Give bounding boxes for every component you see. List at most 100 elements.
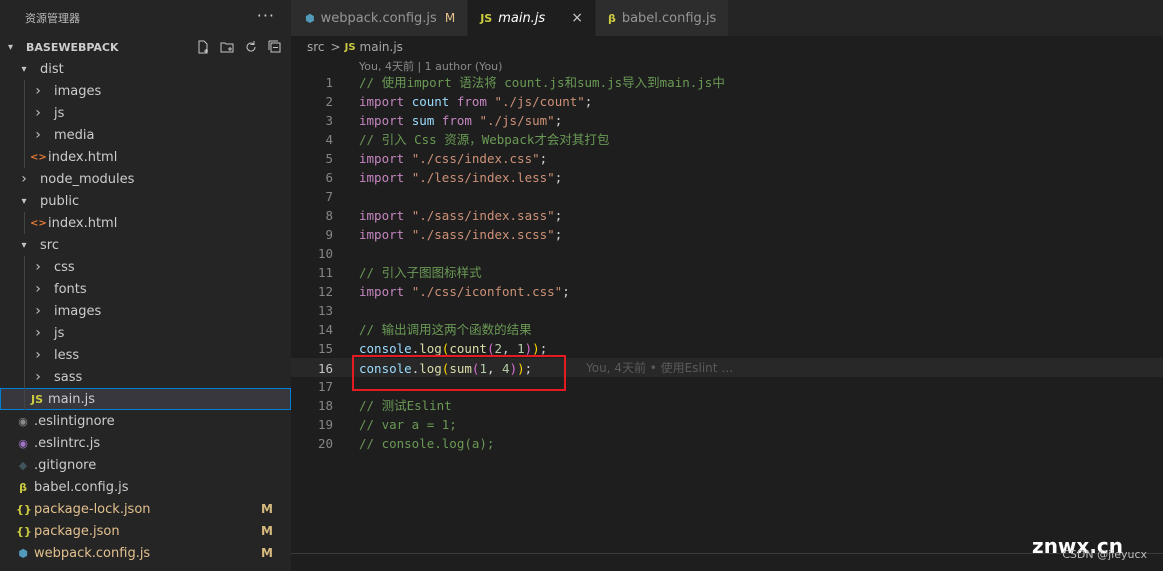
code-text: // var a = 1; — [359, 415, 457, 434]
file-tree: ▾ dist › images › js › media <> index.html › node_m… — [0, 58, 291, 564]
code-line[interactable]: 11 // 引入子图图标样式 — [291, 263, 1163, 282]
new-folder-icon[interactable] — [219, 39, 235, 55]
indent-guide — [24, 146, 25, 168]
tree-item-label: js — [54, 325, 65, 341]
more-actions-icon[interactable]: ··· — [257, 6, 275, 31]
tree-item-label: index.html — [48, 215, 118, 231]
tree-item[interactable]: › js — [0, 322, 291, 344]
code-line[interactable]: 20 // console.log(a); — [291, 434, 1163, 453]
tree-item-label: src — [40, 237, 59, 253]
indent-guide — [24, 212, 25, 234]
tree-item[interactable]: › fonts — [0, 278, 291, 300]
code-editor[interactable]: 1 // 使用import 语法将 count.js和sum.js导入到main.… — [291, 73, 1163, 453]
tree-item[interactable]: JS main.js — [0, 388, 291, 410]
tree-item[interactable]: {} package-lock.json M — [0, 498, 291, 520]
code-line[interactable]: 4 // 引入 Css 资源，Webpack才会对其打包 — [291, 130, 1163, 149]
code-line[interactable]: 6 import "./less/index.less"; — [291, 168, 1163, 187]
json-file-icon: {} — [16, 524, 32, 538]
tree-item[interactable]: β babel.config.js — [0, 476, 291, 498]
line-number: 2 — [325, 94, 333, 109]
tree-item[interactable]: › less — [0, 344, 291, 366]
code-token: 1 — [517, 341, 525, 356]
breadcrumb-separator-icon: > — [330, 40, 341, 54]
chevron-right-icon: › — [35, 127, 41, 143]
tree-item[interactable]: › images — [0, 80, 291, 102]
code-token: // var a = 1; — [359, 417, 457, 432]
new-file-icon[interactable] — [195, 39, 211, 55]
chevron-right-icon: › — [35, 303, 41, 319]
chevron-down-icon: ▾ — [8, 41, 14, 53]
code-token: // 引入 Css 资源，Webpack才会对其打包 — [359, 132, 610, 147]
tree-item[interactable]: ◉ .eslintignore — [0, 410, 291, 432]
code-token: import — [359, 94, 412, 109]
code-line[interactable]: 14 // 输出调用这两个函数的结果 — [291, 320, 1163, 339]
tree-item[interactable]: › sass — [0, 366, 291, 388]
code-line[interactable]: 19 // var a = 1; — [291, 415, 1163, 434]
code-token: ; — [554, 170, 563, 185]
tree-item[interactable]: <> index.html — [0, 146, 291, 168]
code-line[interactable]: 7 — [291, 187, 1163, 206]
code-token: // 使用import 语法将 count.js和sum.js导入到main.j… — [359, 75, 725, 90]
tree-item-label: .gitignore — [34, 457, 97, 473]
tree-item[interactable]: ▾ public — [0, 190, 291, 212]
tree-item-label: webpack.config.js — [34, 545, 151, 561]
tab-babel-config-js[interactable]: β babel.config.js — [595, 0, 730, 36]
tree-item[interactable]: <> index.html — [0, 212, 291, 234]
code-token: ; — [539, 151, 548, 166]
tree-item[interactable]: › node_modules — [0, 168, 291, 190]
tab-webpack-config-js[interactable]: ⬢ webpack.config.js M — [291, 0, 469, 36]
code-line[interactable]: 10 — [291, 244, 1163, 263]
code-line[interactable]: 1 // 使用import 语法将 count.js和sum.js导入到main.… — [291, 73, 1163, 92]
indent-guide — [24, 124, 25, 146]
tree-item-label: images — [54, 83, 102, 99]
tree-item[interactable]: ⬢ webpack.config.js M — [0, 542, 291, 564]
code-token: import — [359, 113, 412, 128]
inline-blame: You, 4天前 • 使用Eslint … — [586, 361, 734, 375]
refresh-icon[interactable] — [243, 39, 259, 55]
code-line[interactable]: 8 import "./sass/index.sass"; — [291, 206, 1163, 225]
line-number: 14 — [317, 322, 333, 337]
code-line[interactable]: 9 import "./sass/index.scss"; — [291, 225, 1163, 244]
code-line[interactable]: 13 — [291, 301, 1163, 320]
close-icon[interactable]: × — [571, 10, 583, 26]
codelens-blame[interactable]: You, 4天前 | 1 author (You) — [359, 58, 502, 74]
line-number: 6 — [325, 170, 333, 185]
tree-item[interactable]: {} package.json M — [0, 520, 291, 542]
breadcrumb-folder[interactable]: src — [307, 40, 325, 54]
tree-item[interactable]: › images — [0, 300, 291, 322]
chevron-right-icon: › — [35, 83, 41, 99]
tree-item[interactable]: › js — [0, 102, 291, 124]
webpack-icon: ⬢ — [305, 11, 315, 25]
code-text: import "./css/index.css"; — [359, 149, 547, 168]
code-line[interactable]: 12 import "./css/iconfont.css"; — [291, 282, 1163, 301]
code-line[interactable]: 3 import sum from "./js/sum"; — [291, 111, 1163, 130]
tree-item[interactable]: ◆ .gitignore — [0, 454, 291, 476]
code-token: 2 — [494, 341, 503, 356]
code-token: log — [419, 341, 442, 356]
line-number: 16 — [317, 361, 333, 376]
code-token: import — [359, 170, 412, 185]
chevron-right-icon: › — [35, 281, 41, 297]
code-token: "./js/sum" — [479, 113, 555, 128]
tree-item[interactable]: ▾ src — [0, 234, 291, 256]
tree-item[interactable]: › css — [0, 256, 291, 278]
code-token: ; — [554, 113, 563, 128]
tree-item[interactable]: › media — [0, 124, 291, 146]
js-file-icon: JS — [30, 392, 43, 406]
tab-label: main.js — [498, 10, 546, 26]
tree-item[interactable]: ◉ .eslintrc.js — [0, 432, 291, 454]
breadcrumb-file[interactable]: main.js — [360, 40, 403, 54]
tab-main-js[interactable]: JS main.js × — [468, 0, 596, 36]
code-line[interactable]: 18 // 测试Eslint — [291, 396, 1163, 415]
code-token: // console.log(a); — [359, 436, 495, 451]
project-header[interactable]: ▾ BASEWEBPACK — [0, 36, 291, 58]
code-line[interactable]: 2 import count from "./js/count"; — [291, 92, 1163, 111]
collapse-all-icon[interactable] — [267, 39, 283, 55]
tree-item[interactable]: ▾ dist — [0, 58, 291, 80]
chevron-right-icon: › — [35, 369, 41, 385]
git-modified-badge: M — [261, 524, 273, 538]
code-line[interactable]: 5 import "./css/index.css"; — [291, 149, 1163, 168]
breadcrumb: src > JS main.js — [291, 36, 1163, 58]
tree-item-label: babel.config.js — [34, 479, 129, 495]
explorer-actions — [195, 39, 291, 55]
